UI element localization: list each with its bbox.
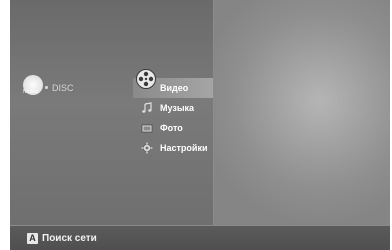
disc-brand-label: Nodisc: [23, 89, 39, 95]
music-note-icon: [141, 102, 153, 114]
bottom-bar: A Поиск сети: [10, 225, 390, 250]
menu-item-settings[interactable]: Настройки: [133, 138, 213, 158]
settings-gear-icon: [141, 142, 153, 154]
menu-item-photo[interactable]: Фото: [133, 118, 213, 138]
disc-arrow-icon: [45, 86, 48, 89]
screen: Nodisc DISC Видео Музыка Фото Настройки …: [10, 0, 390, 250]
network-search-label[interactable]: Поиск сети: [42, 232, 97, 245]
photo-icon: [141, 122, 153, 134]
menu-label-photo: Фото: [160, 123, 183, 133]
film-reel-icon: [135, 68, 157, 90]
menu-label-music: Музыка: [160, 103, 195, 113]
menu-item-music[interactable]: Музыка: [133, 98, 213, 118]
preview-pane: [214, 0, 390, 225]
menu-label-video: Видео: [160, 83, 189, 93]
main-menu: Видео Музыка Фото Настройки: [133, 69, 213, 158]
menu-label-settings: Настройки: [160, 143, 208, 153]
disc-label: DISC: [52, 83, 74, 93]
a-key-icon[interactable]: A: [27, 233, 38, 244]
menu-item-video[interactable]: Видео: [133, 69, 213, 98]
